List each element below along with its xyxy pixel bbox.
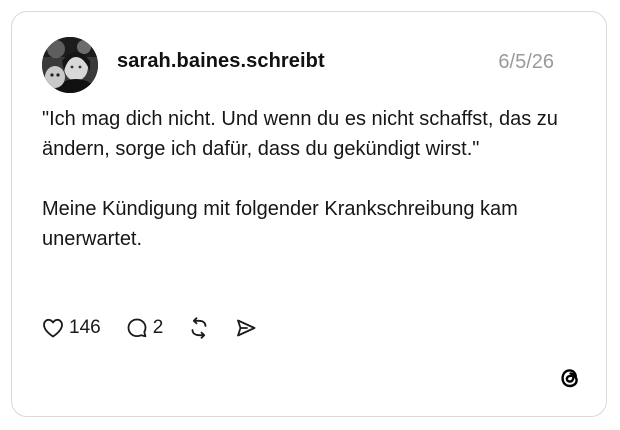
post-paragraph-statement: Meine Kündigung mit folgender Krankschre…: [42, 198, 518, 250]
avatar-image: [42, 37, 98, 93]
reply-count: 2: [152, 317, 164, 338]
repost-icon: [191, 317, 207, 339]
like-count: 146: [69, 317, 101, 338]
repost-button[interactable]: [187, 316, 211, 340]
post-body: "Ich mag dich nicht. Und wenn du es nich…: [42, 104, 582, 254]
send-icon: [237, 319, 256, 337]
post-date: 6/5/26: [498, 51, 554, 73]
speech-bubble-icon: [127, 318, 147, 338]
like-button[interactable]: 146: [41, 316, 101, 340]
post-actions: 146 2: [41, 314, 258, 342]
reply-button[interactable]: 2: [125, 316, 164, 340]
post-paragraph-quote: "Ich mag dich nicht. Und wenn du es nich…: [42, 108, 558, 160]
post-card[interactable]: sarah.baines.schreibt 6/5/26 "Ich mag di…: [11, 11, 607, 417]
heart-icon: [43, 318, 63, 338]
threads-logo[interactable]: [557, 365, 583, 391]
avatar[interactable]: [42, 37, 98, 93]
share-button[interactable]: [234, 316, 258, 340]
post-username[interactable]: sarah.baines.schreibt: [117, 50, 325, 73]
